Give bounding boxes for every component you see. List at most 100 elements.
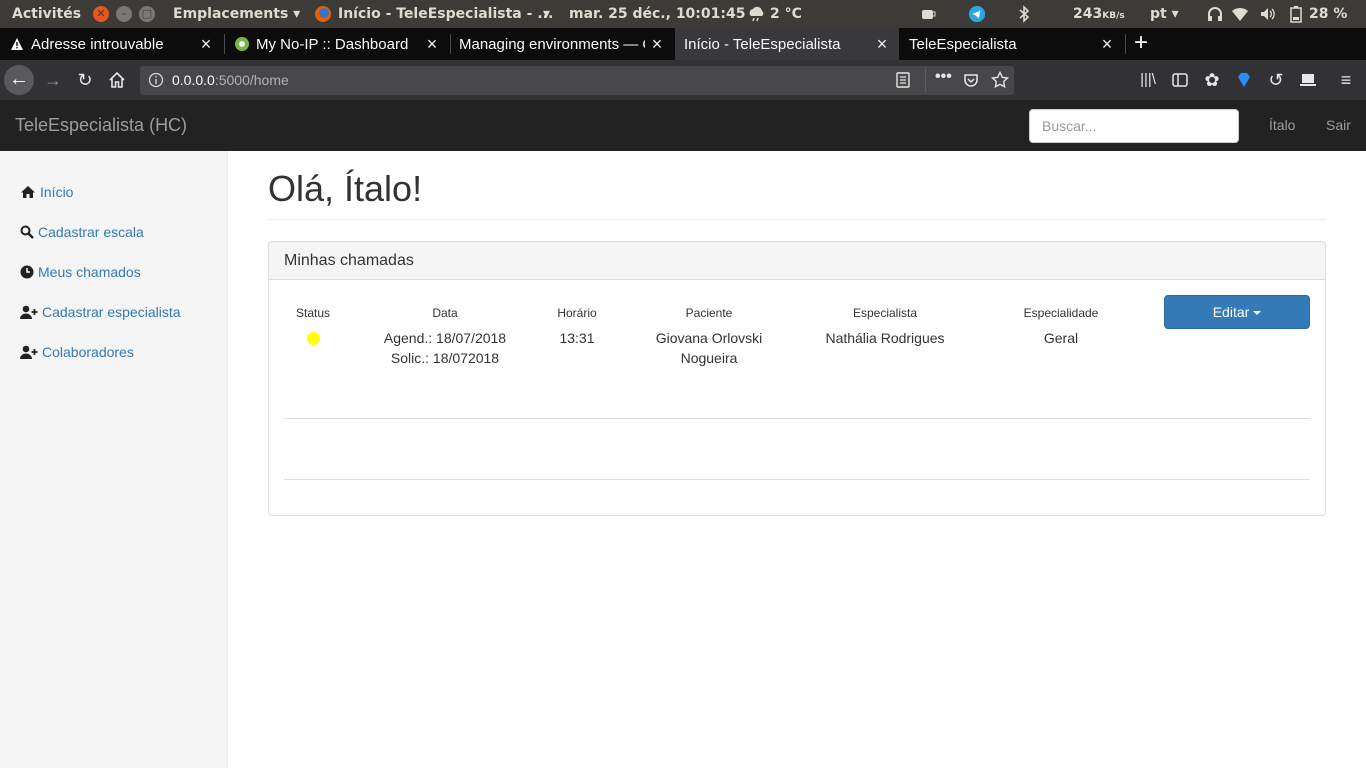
- laptop-icon: [1300, 74, 1316, 86]
- back-button[interactable]: ←: [4, 65, 34, 95]
- tab-label: My No-IP :: Dashboard: [256, 36, 409, 53]
- chevron-down-icon: ▾: [1171, 6, 1179, 22]
- logout-link[interactable]: Sair: [1326, 117, 1351, 133]
- table-cell-specialist: Nathália Rodrigues: [825, 330, 945, 346]
- app-brand[interactable]: TeleEspecialista (HC): [15, 115, 187, 136]
- clock-datetime[interactable]: mar. 25 déc., 10:01:45: [569, 0, 745, 28]
- volume-icon[interactable]: [1259, 5, 1277, 23]
- table-cell-time: 13:31: [559, 330, 595, 346]
- activities-button[interactable]: Activités: [12, 0, 81, 28]
- forward-button[interactable]: →: [39, 66, 67, 94]
- keyboard-layout[interactable]: pt ▾: [1150, 0, 1179, 28]
- active-window-title[interactable]: Início - TeleEspecialista - ...: [338, 0, 553, 28]
- url-bar-divider: [925, 68, 926, 92]
- network-speed-unit: KB/s: [1102, 11, 1125, 21]
- calls-panel: Minhas chamadas Status Data Horário Paci…: [268, 241, 1326, 516]
- coffee-icon[interactable]: [920, 5, 938, 23]
- clock-icon: [20, 265, 34, 279]
- page-title: Olá, Ítalo!: [268, 168, 423, 209]
- maximize-icon: □: [141, 7, 153, 20]
- page-actions-icon[interactable]: •••: [935, 68, 952, 86]
- close-icon[interactable]: ×: [1099, 35, 1115, 53]
- close-icon[interactable]: ×: [874, 35, 890, 53]
- arrow-left-icon: ←: [9, 68, 29, 90]
- history-button[interactable]: ↺: [1262, 66, 1290, 94]
- home-icon: [21, 186, 35, 198]
- firefox-icon: [315, 6, 331, 22]
- weather-temperature[interactable]: 2 °C: [770, 0, 802, 28]
- new-tab-button[interactable]: +: [1130, 31, 1152, 55]
- screen-button[interactable]: [1294, 66, 1322, 94]
- url-host: 0.0.0.0: [172, 72, 215, 88]
- user-link[interactable]: Ítalo: [1269, 117, 1295, 133]
- column-header-especialista: Especialista: [852, 306, 918, 320]
- sidebar: [0, 151, 228, 768]
- bookmark-star-icon[interactable]: [991, 71, 1009, 89]
- hamburger-icon: ≡: [1340, 70, 1352, 90]
- arrow-right-icon: →: [44, 70, 62, 90]
- table-row-divider: [284, 479, 1310, 480]
- user-plus-icon: [20, 345, 38, 359]
- column-header-status: Status: [295, 306, 331, 320]
- extension-gnome-button[interactable]: ✿: [1198, 66, 1226, 94]
- url-path: :5000/home: [214, 72, 289, 88]
- library-button[interactable]: |||\: [1134, 66, 1162, 94]
- close-icon[interactable]: ×: [649, 35, 665, 53]
- sidebar-item-label: Cadastrar escala: [38, 224, 144, 240]
- places-menu[interactable]: Emplacements ▾: [173, 0, 300, 28]
- library-icon: |||\: [1140, 71, 1156, 88]
- close-icon: ✕: [96, 7, 106, 20]
- column-header-especialidade: Especialidade: [1023, 306, 1099, 320]
- table-cell-date: Agend.: 18/07/2018 Solic.: 18/072018: [365, 328, 525, 368]
- pocket-icon[interactable]: [963, 72, 979, 88]
- sidebar-toggle-button[interactable]: [1166, 66, 1194, 94]
- battery-icon[interactable]: [1290, 5, 1302, 23]
- edit-dropdown-button[interactable]: Editar: [1164, 295, 1310, 329]
- table-cell-patient: Giovana Orlovski Nogueira: [629, 328, 789, 368]
- reload-icon: ↻: [77, 70, 93, 90]
- sidebar-icon: [1172, 73, 1188, 87]
- close-icon[interactable]: ×: [198, 35, 214, 53]
- noip-favicon-icon: [235, 37, 249, 51]
- sidebar-item-label: Meus chamados: [38, 264, 141, 280]
- tab-label: Adresse introuvable: [31, 36, 164, 53]
- headphones-icon[interactable]: [1207, 5, 1223, 23]
- menu-button[interactable]: ≡: [1332, 66, 1360, 94]
- telegram-icon[interactable]: [967, 5, 987, 23]
- info-icon[interactable]: [148, 72, 164, 88]
- search-input[interactable]: [1029, 109, 1239, 143]
- extension-diamond-button[interactable]: [1230, 66, 1258, 94]
- column-header-horario: Horário: [557, 306, 597, 320]
- browser-tab[interactable]: TeleEspecialista ×: [899, 28, 1125, 60]
- browser-tab[interactable]: Adresse introuvable ×: [0, 28, 224, 60]
- window-minimize-button[interactable]: –: [116, 6, 132, 22]
- os-top-bar: Activités ✕ – □ Emplacements ▾ Início - …: [0, 0, 1366, 28]
- history-icon: ↺: [1268, 70, 1284, 90]
- warning-icon: [11, 38, 23, 50]
- wifi-icon[interactable]: [1231, 5, 1249, 23]
- edit-button-label: Editar: [1212, 304, 1250, 320]
- url-bar[interactable]: 0.0.0.0:5000/home •••: [140, 66, 1014, 95]
- battery-percentage[interactable]: 28 %: [1309, 0, 1347, 28]
- diamond-icon: [1238, 73, 1250, 87]
- browser-tab[interactable]: Managing environments — C ×: [451, 28, 675, 60]
- window-close-button[interactable]: ✕: [93, 6, 109, 22]
- chevron-down-icon: ▾: [543, 6, 551, 22]
- network-speed[interactable]: 243KB/s: [1073, 0, 1125, 28]
- close-icon[interactable]: ×: [424, 35, 440, 53]
- table-cell-specialty: Geral: [1043, 330, 1079, 346]
- plus-icon: +: [1133, 29, 1148, 56]
- bluetooth-icon[interactable]: [1017, 5, 1031, 23]
- tab-label: TeleEspecialista: [909, 36, 1017, 53]
- panel-title: Minhas chamadas: [284, 252, 414, 269]
- scheduled-date: Agend.: 18/07/2018: [383, 330, 507, 346]
- sidebar-item-label: Cadastrar especialista: [42, 304, 181, 320]
- status-indicator: [307, 332, 320, 345]
- reload-button[interactable]: ↻: [71, 66, 99, 94]
- url-text[interactable]: 0.0.0.0:5000/home: [172, 72, 289, 88]
- browser-tab[interactable]: My No-IP :: Dashboard ×: [225, 28, 450, 60]
- reader-view-icon[interactable]: [896, 72, 910, 88]
- browser-tab-active[interactable]: Início - TeleEspecialista ×: [675, 28, 899, 60]
- window-maximize-button[interactable]: □: [139, 6, 155, 22]
- home-button[interactable]: [103, 66, 131, 94]
